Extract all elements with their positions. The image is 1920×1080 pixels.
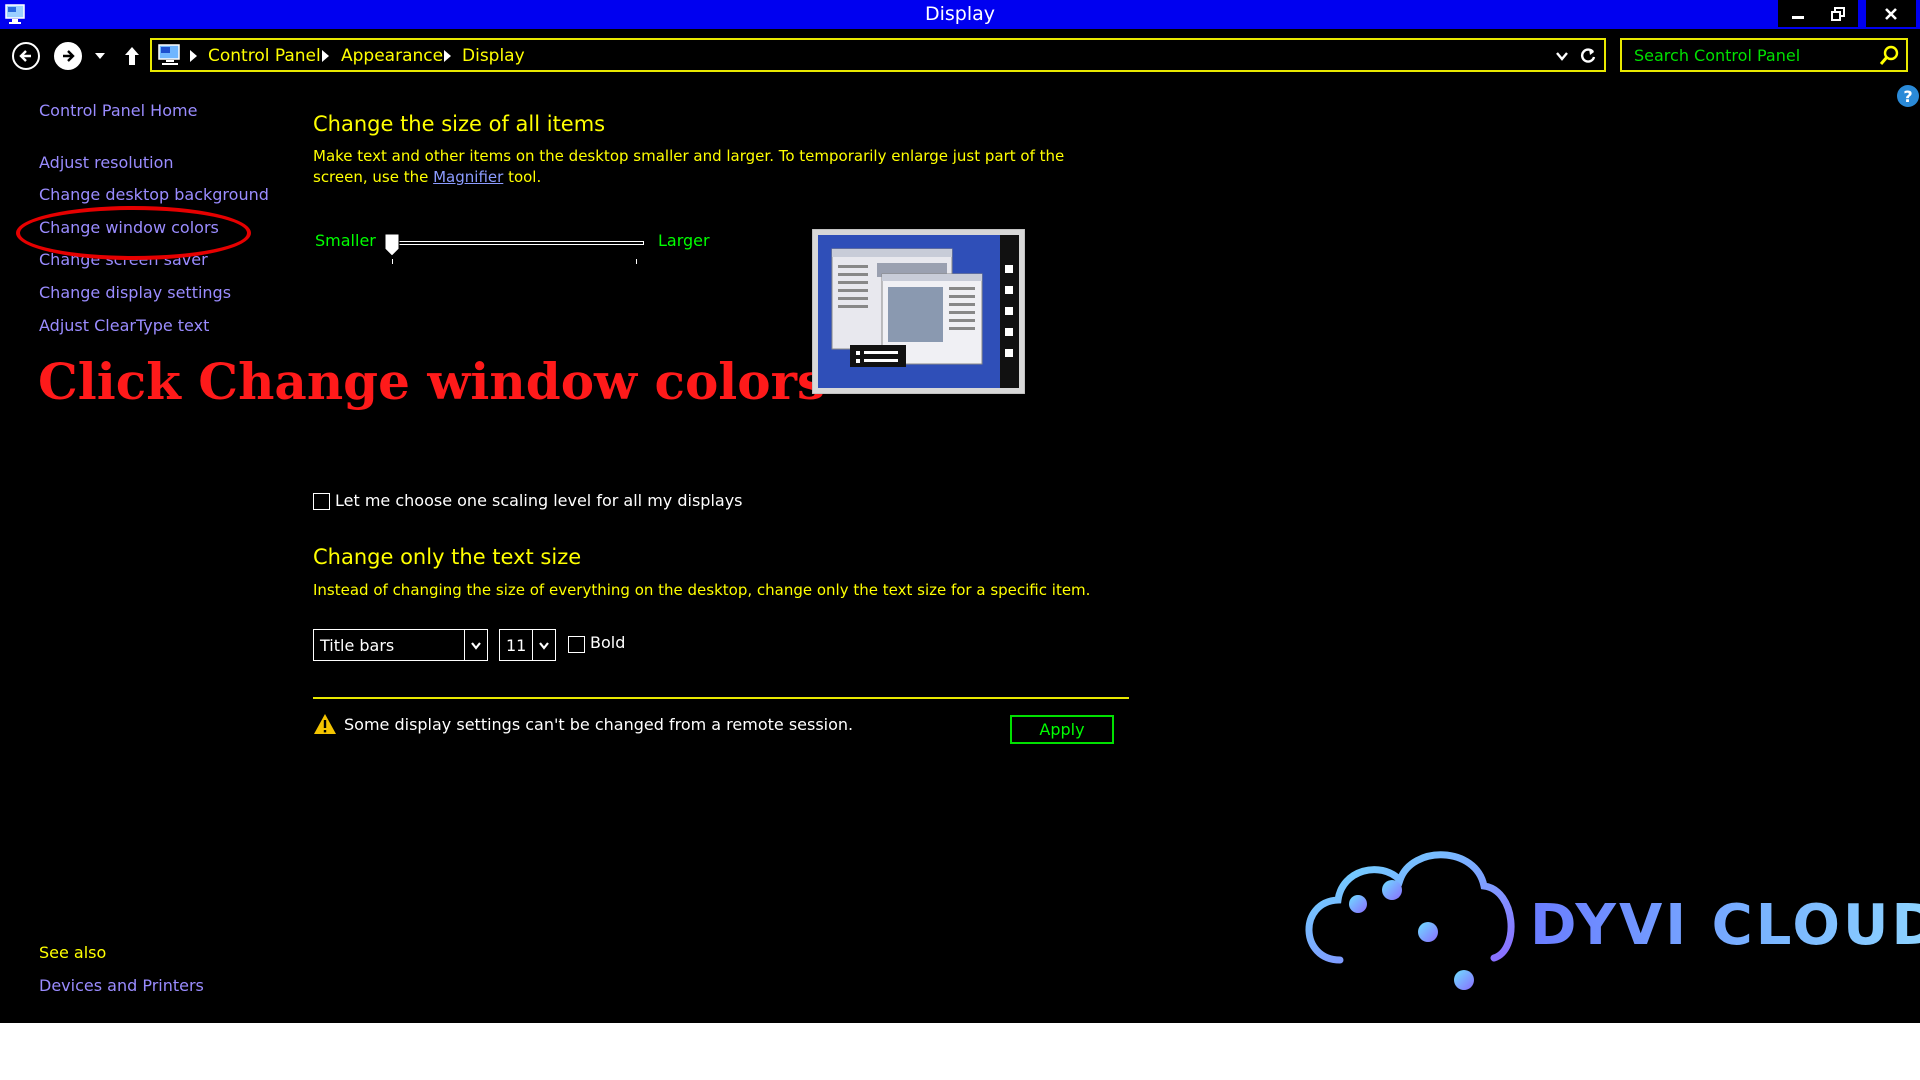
help-icon[interactable]: ? (1897, 85, 1919, 107)
sidebar-change-desktop-background[interactable]: Change desktop background (39, 185, 269, 204)
size-section-heading: Change the size of all items (313, 112, 606, 136)
minimize-icon (1792, 15, 1804, 19)
bold-checkbox[interactable] (568, 636, 585, 653)
search-icon[interactable] (1878, 45, 1900, 67)
size-description-tail: tool. (503, 168, 542, 186)
sidebar-adjust-resolution[interactable]: Adjust resolution (39, 153, 174, 172)
address-bar[interactable]: Control Panel Appearance Display (150, 38, 1606, 72)
display-preview-image (812, 229, 1025, 394)
font-size-arrow[interactable] (532, 630, 555, 660)
item-select-arrow[interactable] (464, 630, 487, 660)
sidebar-devices-and-printers[interactable]: Devices and Printers (39, 976, 204, 995)
back-button[interactable] (12, 42, 40, 70)
sidebar-adjust-cleartype-text[interactable]: Adjust ClearType text (39, 316, 209, 335)
text-size-heading: Change only the text size (313, 545, 582, 569)
item-select-value: Title bars (320, 636, 395, 655)
breadcrumb-separator-icon (190, 50, 197, 62)
sidebar-control-panel-home[interactable]: Control Panel Home (39, 101, 197, 120)
chevron-down-icon (539, 642, 549, 650)
size-slider-thumb[interactable] (384, 233, 400, 257)
dyvi-cloud-logo-text: DYVI CLOUD (1530, 893, 1920, 958)
magnifier-link[interactable]: Magnifier (433, 168, 503, 186)
size-section-description: Make text and other items on the desktop… (313, 146, 1113, 188)
up-arrow-icon[interactable] (120, 44, 144, 68)
breadcrumb-separator-icon (444, 50, 451, 62)
breadcrumb-separator-icon (322, 50, 329, 62)
breadcrumb-control-panel[interactable]: Control Panel (208, 46, 321, 66)
restore-button[interactable] (1818, 0, 1858, 27)
refresh-icon[interactable] (1578, 46, 1598, 66)
arrow-right-icon (63, 50, 75, 62)
scaling-checkbox[interactable] (313, 493, 330, 510)
warning-icon (314, 714, 336, 734)
slider-tick (636, 259, 637, 264)
search-box[interactable] (1620, 38, 1908, 72)
slider-larger-label: Larger (658, 231, 710, 250)
text-size-description: Instead of changing the size of everythi… (313, 581, 1091, 599)
slider-tick (392, 259, 393, 264)
search-input[interactable] (1622, 40, 1872, 70)
bold-checkbox-label[interactable]: Bold (590, 633, 625, 652)
restore-icon (1831, 6, 1845, 21)
remote-session-warning: Some display settings can't be changed f… (344, 715, 854, 734)
font-size-value: 11 (506, 636, 527, 655)
scaling-checkbox-label[interactable]: Let me choose one scaling level for all … (335, 491, 743, 510)
arrow-left-icon (19, 50, 31, 62)
sidebar-change-display-settings[interactable]: Change display settings (39, 283, 231, 302)
recent-locations-icon[interactable] (92, 48, 108, 64)
close-button[interactable] (1866, 0, 1916, 27)
slider-smaller-label: Smaller (315, 231, 376, 250)
display-window: Display Control Panel Appearance Display… (0, 0, 1920, 1023)
navigation-bar: Control Panel Appearance Display (0, 36, 1920, 74)
size-description-text: Make text and other items on the desktop… (313, 147, 1065, 186)
breadcrumb-display[interactable]: Display (462, 46, 525, 66)
window-title: Display (924, 3, 996, 25)
forward-button[interactable] (54, 42, 82, 70)
item-select[interactable]: Title bars (313, 629, 488, 661)
apply-button[interactable]: Apply (1010, 715, 1114, 744)
instruction-callout: Click Change window colors (38, 352, 826, 411)
highlight-ellipse (16, 206, 251, 260)
chevron-down-icon (471, 642, 481, 650)
control-panel-icon (158, 44, 180, 65)
section-divider (313, 697, 1129, 699)
title-bar: Display (0, 0, 1920, 29)
size-slider-track[interactable] (392, 241, 644, 245)
close-icon (1885, 7, 1897, 20)
minimize-button[interactable] (1778, 0, 1818, 27)
font-size-select[interactable]: 11 (499, 629, 556, 661)
breadcrumb-appearance[interactable]: Appearance (341, 46, 443, 66)
chevron-down-icon[interactable] (1554, 48, 1570, 64)
see-also-heading: See also (39, 943, 107, 962)
